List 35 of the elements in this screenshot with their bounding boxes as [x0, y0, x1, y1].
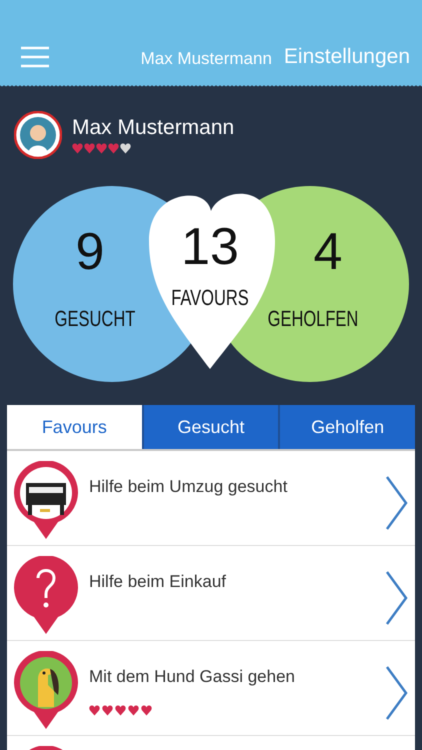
favour-title: Hilfe beim Umzug gesucht	[89, 477, 288, 497]
favour-row[interactable]: Hilfe beim Umzug gesucht	[7, 451, 415, 546]
favour-row[interactable]: Mit dem Hund Gassi gehen	[7, 641, 415, 736]
heart-icon	[128, 705, 139, 716]
favour-row[interactable]: Hilfe beim Einkauf	[7, 546, 415, 641]
favour-title: Hilfe beim Einkauf	[89, 572, 228, 592]
favour-title: Mit dem Hund Gassi gehen	[89, 667, 296, 687]
category-pin-icon	[14, 556, 78, 636]
heart-icon	[141, 705, 152, 716]
category-pin-icon	[14, 461, 78, 541]
tab[interactable]: Geholfen	[280, 405, 415, 449]
heart-icon	[96, 143, 107, 154]
chevron-icon	[385, 570, 409, 626]
avatar-icon	[14, 111, 62, 159]
user-name: Max Mustermann	[140, 49, 272, 69]
heart-icon	[102, 705, 113, 716]
heart-icon	[84, 143, 95, 154]
heart-icon	[89, 705, 100, 716]
heart-icon	[108, 143, 119, 154]
count-label: GEHOLFEN	[268, 306, 358, 332]
count-number: 4	[314, 223, 342, 281]
menu-icon[interactable]	[20, 45, 50, 69]
profile-name: Max Mustermann	[72, 116, 234, 140]
category-pin-icon	[14, 651, 78, 731]
count-number: 13	[181, 218, 239, 276]
chevron-icon	[385, 665, 409, 721]
tab[interactable]: Gesucht	[144, 405, 278, 449]
heart-icon	[72, 143, 83, 154]
heart-icon	[115, 705, 126, 716]
heart-icon	[120, 143, 131, 154]
count-number: 9	[76, 223, 104, 281]
chevron-icon	[385, 475, 409, 531]
count-label: FAVOURS	[171, 286, 249, 311]
tab[interactable]: Favours	[7, 405, 142, 449]
count-label: GESUCHT	[54, 306, 136, 332]
